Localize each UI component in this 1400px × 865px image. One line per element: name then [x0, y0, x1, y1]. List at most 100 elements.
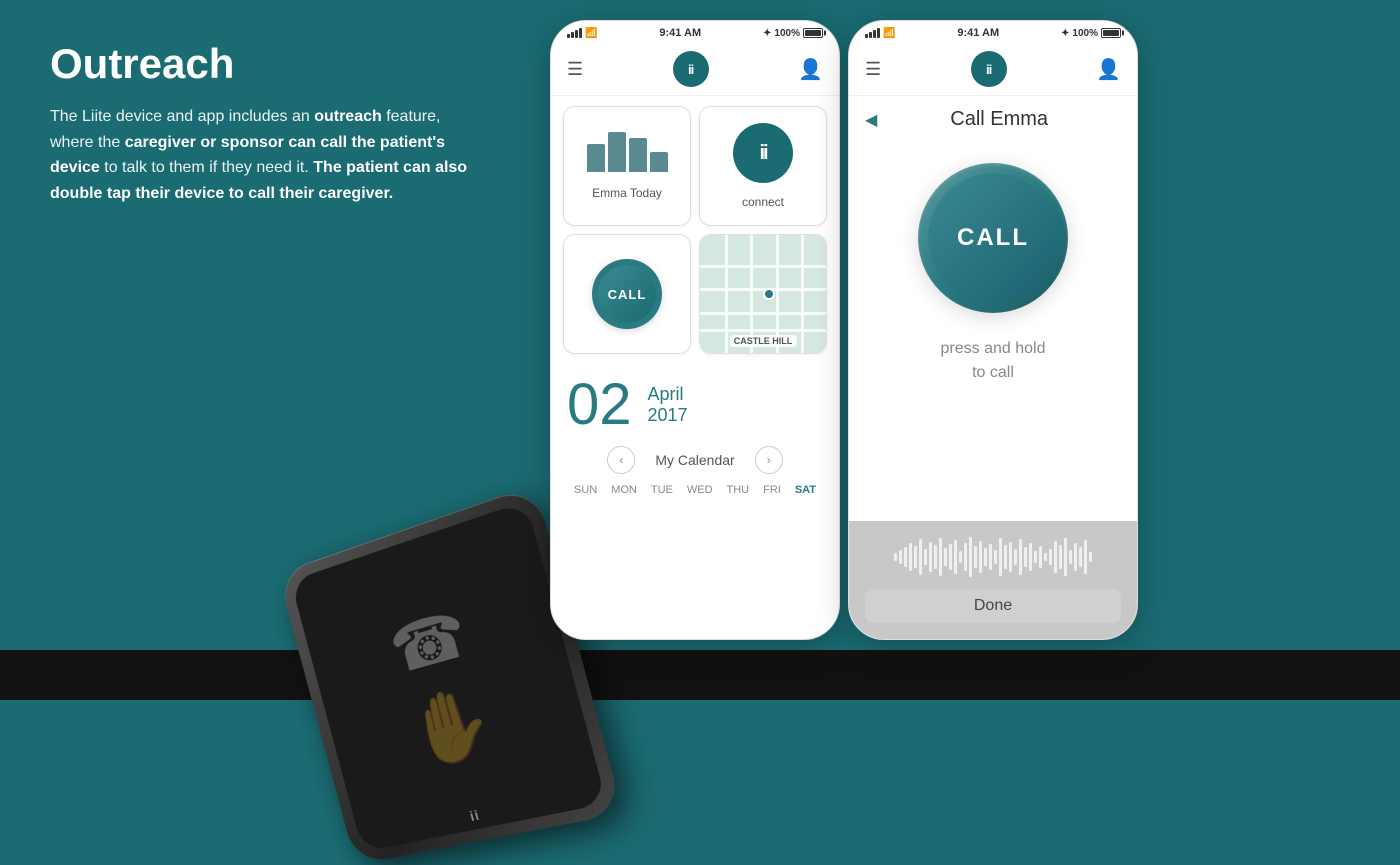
tile-emma-today[interactable]: Emma Today — [563, 106, 691, 226]
wifi-icon-2: 📶 — [883, 28, 895, 39]
day-thu: THU — [727, 484, 750, 496]
app-logo-1: ii — [673, 51, 709, 87]
map-area-label: CASTLE HILL — [730, 335, 797, 347]
wb21 — [994, 550, 997, 564]
signal-bar-2-2 — [869, 32, 872, 38]
next-arrow[interactable]: › — [755, 446, 783, 474]
done-button[interactable]: Done — [865, 589, 1121, 623]
day-mon: MON — [611, 484, 637, 496]
hamburger-icon-2[interactable]: ☰ — [865, 60, 881, 78]
month-text: April — [648, 384, 688, 405]
calendar-title: My Calendar — [655, 452, 734, 468]
status-time-2: 9:41 AM — [957, 27, 999, 39]
wb30 — [1039, 546, 1042, 568]
wb2 — [899, 550, 902, 564]
day-sun: SUN — [574, 484, 597, 496]
press-hold-text: press and hold to call — [941, 337, 1046, 385]
battery-fill-2 — [1103, 30, 1119, 36]
date-text: April 2017 — [648, 384, 688, 426]
tile-call[interactable]: CALL — [563, 234, 691, 354]
day-wed: WED — [687, 484, 713, 496]
chart-bars — [587, 132, 668, 172]
page-title: Outreach — [50, 40, 480, 88]
wb28 — [1029, 543, 1032, 571]
wb22 — [999, 538, 1002, 576]
status-bar-1: 📶 9:41 AM ✦ 100% — [551, 21, 839, 43]
battery-icon-1 — [803, 28, 823, 38]
wb4 — [909, 543, 912, 571]
wb18 — [979, 541, 982, 573]
signal-bar-4 — [579, 28, 582, 38]
wb7 — [924, 549, 927, 565]
prev-arrow[interactable]: ‹ — [607, 446, 635, 474]
call-big-circle-inner: CALL — [928, 173, 1058, 303]
waveform-bars — [865, 537, 1121, 577]
big-date: 02 — [567, 376, 632, 434]
wb26 — [1019, 539, 1022, 575]
wb24 — [1009, 542, 1012, 572]
press-hold-line2: to call — [941, 361, 1046, 385]
signal-bar-2-1 — [865, 34, 868, 38]
page-description: The Liite device and app includes an out… — [50, 104, 480, 206]
tile-connect-label: connect — [742, 195, 784, 209]
device-illustration: ☎ ✋ ii — [270, 526, 590, 826]
app-logo-text-1: ii — [688, 62, 693, 77]
signal-bar-2-4 — [877, 28, 880, 38]
wb23 — [1004, 545, 1007, 569]
wb19 — [984, 548, 987, 566]
app-header-1: ☰ ii 👤 — [551, 43, 839, 96]
wb8 — [929, 542, 932, 572]
phone-mockup-2: 📶 9:41 AM ✦ 100% ☰ ii — [848, 20, 1138, 640]
call-emma-content: CALL press and hold to call — [849, 143, 1137, 521]
wb37 — [1074, 543, 1077, 571]
map-road-h3 — [700, 312, 826, 315]
wb38 — [1079, 547, 1082, 567]
wb35 — [1064, 538, 1067, 576]
day-tue: TUE — [651, 484, 673, 496]
status-bar-2: 📶 9:41 AM ✦ 100% — [849, 21, 1137, 43]
phones-panel: 📶 9:41 AM ✦ 100% ☰ ii — [530, 0, 1400, 650]
signal-bar-2 — [571, 32, 574, 38]
wifi-icon-1: 📶 — [585, 28, 597, 39]
map-road-v4 — [801, 235, 804, 353]
waveform-section: Done — [849, 521, 1137, 639]
connect-circle: ii — [733, 123, 793, 183]
signal-bar-3 — [575, 30, 578, 38]
chart-bar-2 — [608, 132, 626, 172]
map-background: CASTLE HILL — [700, 235, 826, 353]
wb9 — [934, 545, 937, 569]
wb12 — [949, 544, 952, 570]
wb16 — [969, 537, 972, 577]
wb1 — [894, 553, 897, 561]
bottom-bar — [0, 650, 1400, 700]
wb15 — [964, 543, 967, 571]
hamburger-icon-1[interactable]: ☰ — [567, 60, 583, 78]
signal-bar-1 — [567, 34, 570, 38]
battery-fill-1 — [805, 30, 821, 36]
profile-icon-2[interactable]: 👤 — [1096, 57, 1121, 82]
back-button[interactable]: ◀ — [865, 110, 877, 130]
touch-icon: ✋ — [402, 682, 502, 770]
wb6 — [919, 539, 922, 575]
date-section: 02 April 2017 — [551, 364, 839, 442]
left-panel: Outreach The Liite device and app includ… — [0, 0, 530, 650]
profile-icon-1[interactable]: 👤 — [798, 57, 823, 82]
chart-bar-1 — [587, 144, 605, 172]
wb3 — [904, 547, 907, 567]
wb10 — [939, 538, 942, 576]
call-big-circle[interactable]: CALL — [918, 163, 1068, 313]
wb31 — [1044, 553, 1047, 561]
wb39 — [1084, 540, 1087, 574]
screen-title: Call Emma — [877, 108, 1121, 131]
call-big-label: CALL — [957, 224, 1029, 252]
bluetooth-icon-2: ✦ — [1061, 28, 1069, 39]
wb29 — [1034, 551, 1037, 563]
tile-map[interactable]: CASTLE HILL — [699, 234, 827, 354]
map-pin — [763, 288, 775, 300]
day-sat: SAT — [795, 484, 816, 496]
wb36 — [1069, 550, 1072, 564]
status-time-1: 9:41 AM — [659, 27, 701, 39]
connect-logo-text: ii — [759, 142, 766, 165]
wb20 — [989, 544, 992, 570]
tile-connect[interactable]: ii connect — [699, 106, 827, 226]
